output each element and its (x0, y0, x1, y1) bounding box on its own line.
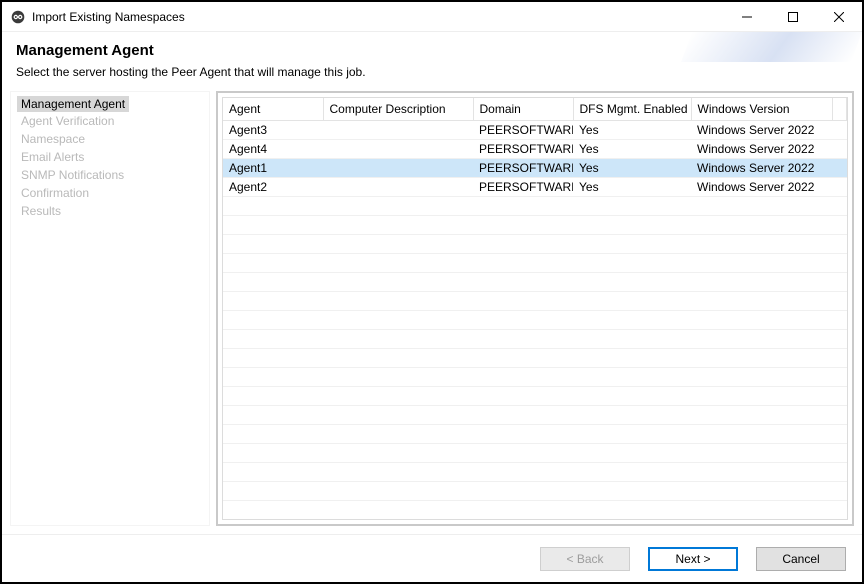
window-title: Import Existing Namespaces (32, 10, 185, 24)
app-icon (10, 9, 26, 25)
table-row-empty (223, 349, 847, 368)
cell-agent: Agent4 (223, 140, 323, 159)
table-row-empty (223, 425, 847, 444)
table-row-empty (223, 216, 847, 235)
close-button[interactable] (816, 2, 862, 31)
wizard-step-item: Agent Verification (11, 112, 209, 130)
cell-domain: PEERSOFTWARE (473, 121, 573, 140)
table-row-empty (223, 482, 847, 501)
wizard-footer: < Back Next > Cancel (2, 534, 862, 582)
table-row-empty (223, 406, 847, 425)
table-row[interactable]: Agent2 PEERSOFTWAREYesWindows Server 2022 (223, 178, 847, 197)
table-row-empty (223, 387, 847, 406)
wizard-body: Management AgentAgent VerificationNamesp… (2, 91, 862, 534)
cell-desc (323, 178, 473, 197)
table-row-empty (223, 273, 847, 292)
table-header-row: Agent Computer Description Domain DFS Mg… (223, 98, 847, 121)
title-bar: Import Existing Namespaces (2, 2, 862, 32)
table-row[interactable]: Agent3 PEERSOFTWAREYesWindows Server 2022 (223, 121, 847, 140)
col-header-dfs[interactable]: DFS Mgmt. Enabled (573, 98, 691, 121)
back-button: < Back (540, 547, 630, 571)
cell-dfs: Yes (573, 140, 691, 159)
cell-dfs: Yes (573, 121, 691, 140)
cell-win: Windows Server 2022 (691, 178, 833, 197)
table-row-empty (223, 444, 847, 463)
cell-desc (323, 121, 473, 140)
wizard-step-item: Namespace (11, 130, 209, 148)
wizard-step-item: Confirmation (11, 184, 209, 202)
page-title: Management Agent (16, 42, 848, 59)
col-header-pad (833, 98, 847, 121)
cell-pad (833, 121, 847, 140)
cell-domain: PEERSOFTWARE (473, 178, 573, 197)
page-subtitle: Select the server hosting the Peer Agent… (16, 65, 848, 79)
cell-desc (323, 140, 473, 159)
table-row-empty (223, 311, 847, 330)
cell-pad (833, 178, 847, 197)
table-row[interactable]: Agent4 PEERSOFTWAREYesWindows Server 2022 (223, 140, 847, 159)
table-row-empty (223, 501, 847, 520)
agents-table-wrap: Agent Computer Description Domain DFS Mg… (222, 97, 848, 520)
col-header-domain[interactable]: Domain (473, 98, 573, 121)
wizard-content: Agent Computer Description Domain DFS Mg… (216, 91, 854, 526)
table-row[interactable]: Agent1 PEERSOFTWAREYesWindows Server 2022 (223, 159, 847, 178)
table-row-empty (223, 197, 847, 216)
cell-agent: Agent1 (223, 159, 323, 178)
cell-win: Windows Server 2022 (691, 159, 833, 178)
agents-table[interactable]: Agent Computer Description Domain DFS Mg… (223, 98, 847, 520)
table-row-empty (223, 463, 847, 482)
cell-pad (833, 140, 847, 159)
cell-pad (833, 159, 847, 178)
wizard-step-item[interactable]: Management Agent (17, 96, 129, 112)
wizard-steps-sidebar: Management AgentAgent VerificationNamesp… (10, 91, 210, 526)
cell-dfs: Yes (573, 159, 691, 178)
minimize-button[interactable] (724, 2, 770, 31)
cell-dfs: Yes (573, 178, 691, 197)
cell-win: Windows Server 2022 (691, 121, 833, 140)
table-row-empty (223, 330, 847, 349)
table-row-empty (223, 292, 847, 311)
maximize-button[interactable] (770, 2, 816, 31)
col-header-agent[interactable]: Agent (223, 98, 323, 121)
wizard-step-item: Email Alerts (11, 148, 209, 166)
table-row-empty (223, 235, 847, 254)
table-row-empty (223, 254, 847, 273)
next-button[interactable]: Next > (648, 547, 738, 571)
col-header-win[interactable]: Windows Version (691, 98, 833, 121)
cell-desc (323, 159, 473, 178)
wizard-step-item: SNMP Notifications (11, 166, 209, 184)
cell-win: Windows Server 2022 (691, 140, 833, 159)
table-row-empty (223, 368, 847, 387)
cell-domain: PEERSOFTWARE (473, 159, 573, 178)
cell-agent: Agent3 (223, 121, 323, 140)
cell-domain: PEERSOFTWARE (473, 140, 573, 159)
cancel-button[interactable]: Cancel (756, 547, 846, 571)
col-header-desc[interactable]: Computer Description (323, 98, 473, 121)
wizard-step-item: Results (11, 202, 209, 220)
window-controls (724, 2, 862, 31)
wizard-header: Management Agent Select the server hosti… (2, 32, 862, 91)
cell-agent: Agent2 (223, 178, 323, 197)
